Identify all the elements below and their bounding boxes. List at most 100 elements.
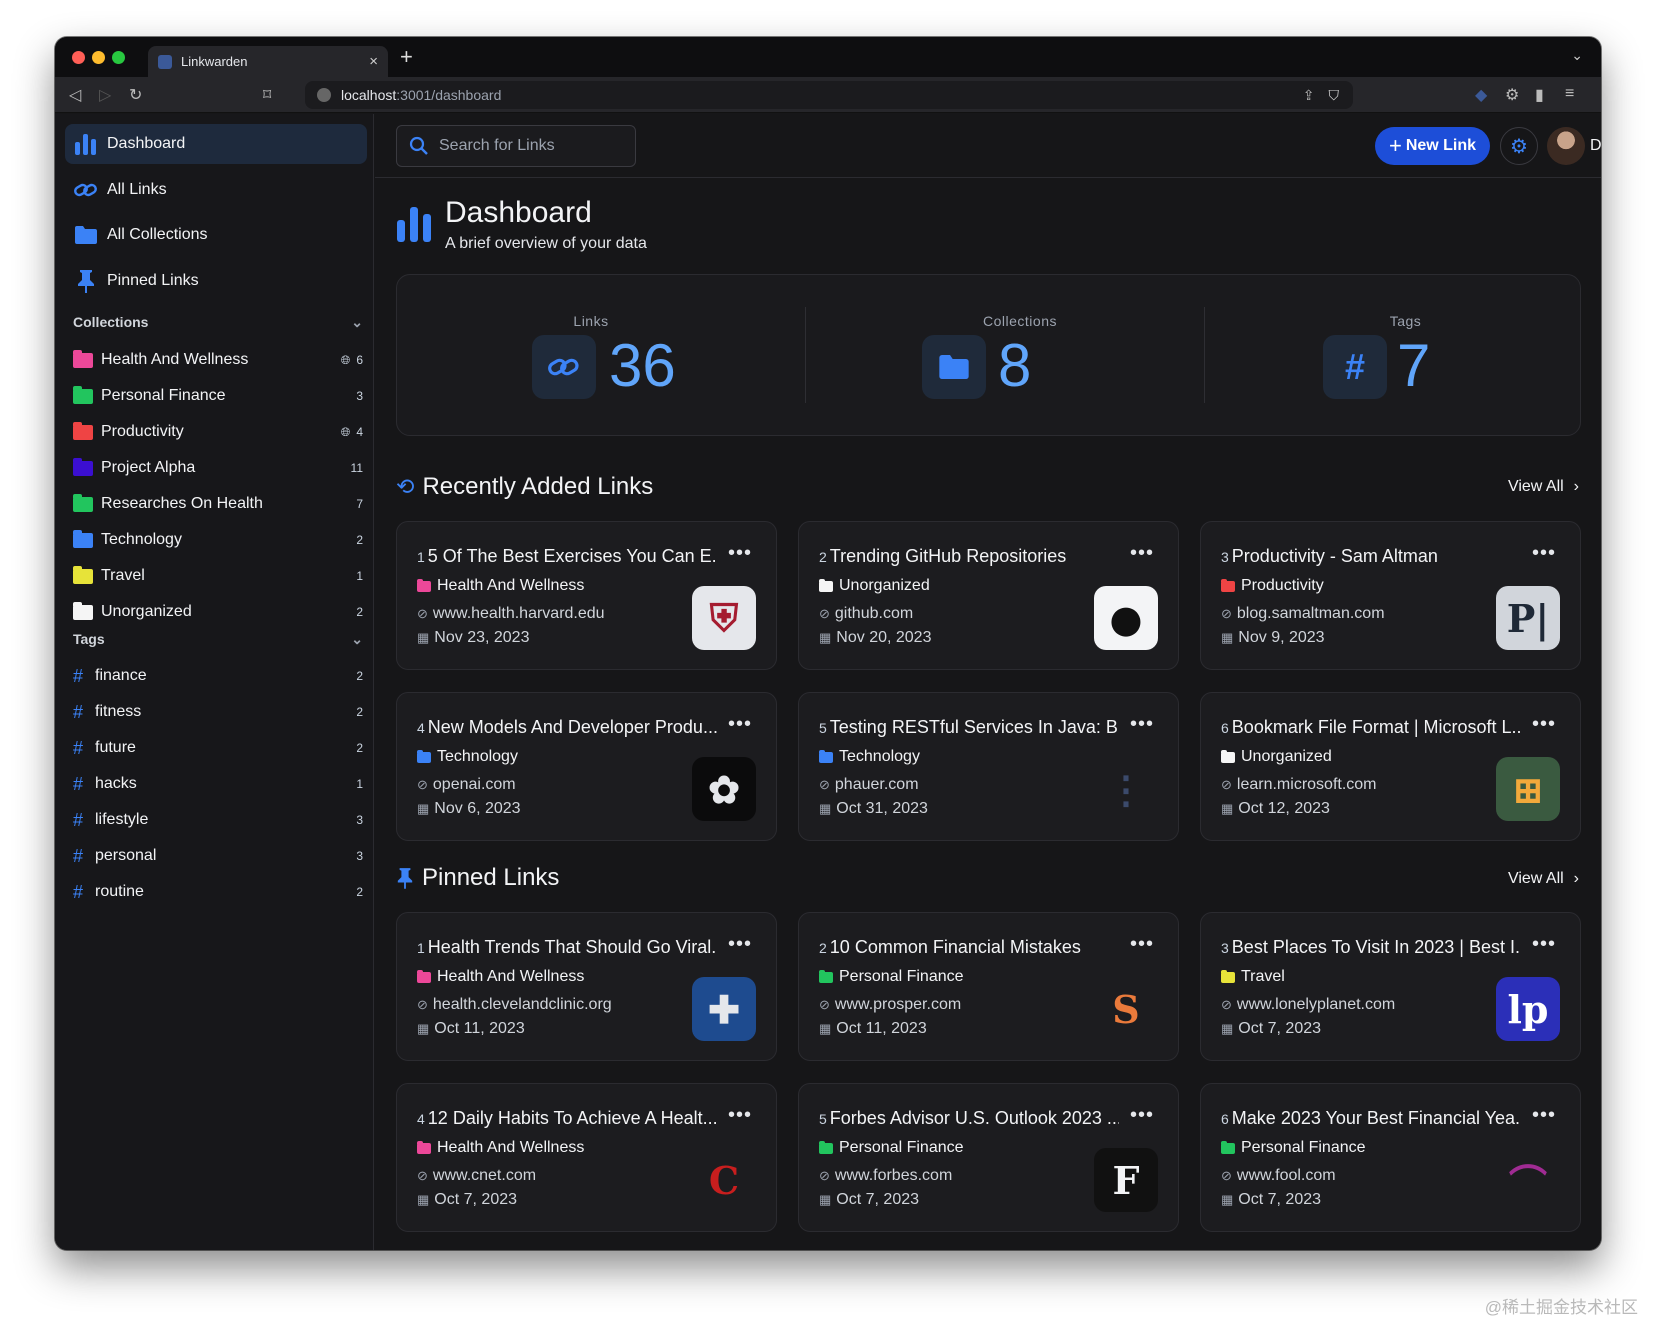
link-card[interactable]: 1 Health Trends That Should Go Viral... ••… — [396, 912, 777, 1061]
collection-count: 1 — [356, 569, 363, 583]
sidebar-collection-item[interactable]: Technology 2 — [73, 525, 363, 555]
reload-icon[interactable]: ↻ — [129, 85, 142, 105]
more-options-icon[interactable]: ••• — [1532, 713, 1556, 736]
link-card[interactable]: 4 12 Daily Habits To Achieve A Healt... ••… — [396, 1083, 777, 1232]
link-index: 2 — [819, 549, 827, 565]
tags-section-header[interactable]: Tags ⌄ — [73, 631, 363, 648]
share-icon[interactable]: ⇪ — [1303, 87, 1315, 104]
link-card[interactable]: 5 Testing RESTful Services In Java: B... •… — [798, 692, 1179, 841]
sidebar-collection-item[interactable]: Researches On Health 7 — [73, 489, 363, 519]
sidebar-tag-item[interactable]: # hacks 1 — [73, 769, 363, 799]
sidebar-item-dashboard[interactable]: Dashboard — [65, 124, 367, 164]
extension-icon[interactable]: ◆ — [1475, 85, 1487, 105]
search-input[interactable] — [439, 137, 609, 155]
sidebar-collection-item[interactable]: Unorganized 2 — [73, 597, 363, 627]
more-options-icon[interactable]: ••• — [1130, 713, 1154, 736]
link-card[interactable]: 2 Trending GitHub Repositories ••• Unorgani… — [798, 521, 1179, 670]
more-options-icon[interactable]: ••• — [1130, 542, 1154, 565]
sidebar-collection-item[interactable]: Travel 1 — [73, 561, 363, 591]
folder-icon — [819, 578, 833, 592]
sidebar-tag-item[interactable]: # future 2 — [73, 733, 363, 763]
link-collection[interactable]: Health And Wellness — [417, 968, 584, 986]
minimize-window-button[interactable] — [92, 51, 105, 64]
shield-icon[interactable]: ⛉ — [1329, 87, 1340, 104]
link-collection[interactable]: Personal Finance — [819, 968, 964, 986]
sidebar-toggle-icon[interactable]: ▮ — [1535, 85, 1544, 105]
chevron-down-icon[interactable]: ⌄ — [351, 314, 363, 331]
sidebar-item-all-links[interactable]: All Links — [65, 170, 367, 210]
link-collection[interactable]: Travel — [1221, 968, 1285, 986]
link-collection[interactable]: Unorganized — [819, 577, 930, 595]
link-card[interactable]: 15 Of The Best Exercises You Can E... •••… — [396, 521, 777, 670]
search-box[interactable] — [396, 125, 636, 167]
sidebar-collection-item[interactable]: Health And Wellness 🌐︎ 6 — [73, 345, 363, 375]
new-link-button[interactable]: + New Link — [1375, 127, 1490, 165]
tab-list-chevron-icon[interactable]: ⌄ — [1571, 47, 1583, 64]
link-date-row: ▦ Oct 11, 2023 — [417, 1020, 525, 1038]
folder-icon — [417, 969, 431, 983]
more-options-icon[interactable]: ••• — [728, 1104, 752, 1127]
puzzle-icon[interactable]: ⚙ — [1505, 85, 1519, 105]
recent-view-all-link[interactable]: View All › — [1508, 478, 1579, 496]
link-card[interactable]: 6 Bookmark File Format | Microsoft L... ••… — [1200, 692, 1581, 841]
collections-section-header[interactable]: Collections ⌄ — [73, 314, 363, 331]
link-title: Health Trends That Should Go Viral... — [427, 937, 717, 957]
link-collection[interactable]: Personal Finance — [1221, 1139, 1366, 1157]
link-title: New Models And Developer Produ... — [427, 717, 717, 737]
more-options-icon[interactable]: ••• — [728, 542, 752, 565]
close-tab-icon[interactable]: × — [369, 53, 378, 70]
browser-tab[interactable]: Linkwarden × — [148, 46, 388, 77]
new-tab-button[interactable]: + — [400, 44, 413, 70]
more-options-icon[interactable]: ••• — [1532, 1104, 1556, 1127]
link-collection[interactable]: Technology — [417, 748, 518, 766]
back-icon[interactable]: ◁ — [69, 85, 81, 105]
more-options-icon[interactable]: ••• — [1130, 1104, 1154, 1127]
link-card[interactable]: 2 10 Common Financial Mistakes ••• Personal… — [798, 912, 1179, 1061]
more-options-icon[interactable]: ••• — [728, 713, 752, 736]
link-collection[interactable]: Productivity — [1221, 577, 1324, 595]
sidebar-collection-item[interactable]: Personal Finance 3 — [73, 381, 363, 411]
stat-collections: Collections 8 — [806, 275, 1194, 437]
sidebar-tag-item[interactable]: # finance 2 — [73, 661, 363, 691]
link-collection[interactable]: Personal Finance — [819, 1139, 964, 1157]
settings-gear-icon[interactable]: ⚙ — [1500, 127, 1538, 165]
thumbnail-glyph: ⊞ — [1512, 766, 1544, 812]
close-window-button[interactable] — [72, 51, 85, 64]
link-collection[interactable]: Health And Wellness — [417, 577, 584, 595]
link-icon: ⊘ — [819, 997, 830, 1012]
sidebar-tag-item[interactable]: # lifestyle 3 — [73, 805, 363, 835]
pinned-view-all-link[interactable]: View All › — [1508, 870, 1579, 888]
link-card[interactable]: 3 Productivity - Sam Altman ••• Productivit… — [1200, 521, 1581, 670]
user-name[interactable]: Daniel — [1590, 137, 1601, 155]
sidebar-item-pinned-links[interactable]: Pinned Links — [65, 261, 367, 301]
zoom-window-button[interactable] — [112, 51, 125, 64]
link-card[interactable]: 5 Forbes Advisor U.S. Outlook 2023 ... •••… — [798, 1083, 1179, 1232]
link-domain: phauer.com — [834, 776, 919, 793]
link-card[interactable]: 3 Best Places To Visit In 2023 | Best I..… — [1200, 912, 1581, 1061]
tag-name: lifestyle — [95, 811, 149, 828]
sidebar-tag-item[interactable]: # personal 3 — [73, 841, 363, 871]
chevron-down-icon[interactable]: ⌄ — [351, 631, 363, 648]
bookmark-icon[interactable]: ⌑ — [263, 85, 271, 105]
link-collection[interactable]: Unorganized — [1221, 748, 1332, 766]
link-icon: ⊘ — [1221, 606, 1232, 621]
address-bar[interactable]: localhost:3001/dashboard ⇪ ⛉ — [305, 81, 1353, 109]
sidebar-tag-item[interactable]: # fitness 2 — [73, 697, 363, 727]
sidebar-item-label: All Links — [107, 181, 167, 198]
link-card[interactable]: 6 Make 2023 Your Best Financial Yea... •••… — [1200, 1083, 1581, 1232]
sidebar-tag-item[interactable]: # routine 2 — [73, 877, 363, 907]
avatar[interactable] — [1547, 127, 1585, 165]
sidebar-item-all-collections[interactable]: All Collections — [65, 215, 367, 255]
more-options-icon[interactable]: ••• — [1532, 933, 1556, 956]
menu-icon[interactable]: ≡ — [1565, 85, 1574, 103]
more-options-icon[interactable]: ••• — [1532, 542, 1556, 565]
site-info-icon[interactable] — [317, 88, 331, 102]
link-card[interactable]: 4 New Models And Developer Produ... ••• Tec… — [396, 692, 777, 841]
more-options-icon[interactable]: ••• — [1130, 933, 1154, 956]
link-collection[interactable]: Technology — [819, 748, 920, 766]
sidebar-collection-item[interactable]: Productivity 🌐︎ 4 — [73, 417, 363, 447]
sidebar-collection-item[interactable]: Project Alpha 11 — [73, 453, 363, 483]
forward-icon[interactable]: ▷ — [99, 85, 111, 105]
link-collection[interactable]: Health And Wellness — [417, 1139, 584, 1157]
more-options-icon[interactable]: ••• — [728, 933, 752, 956]
